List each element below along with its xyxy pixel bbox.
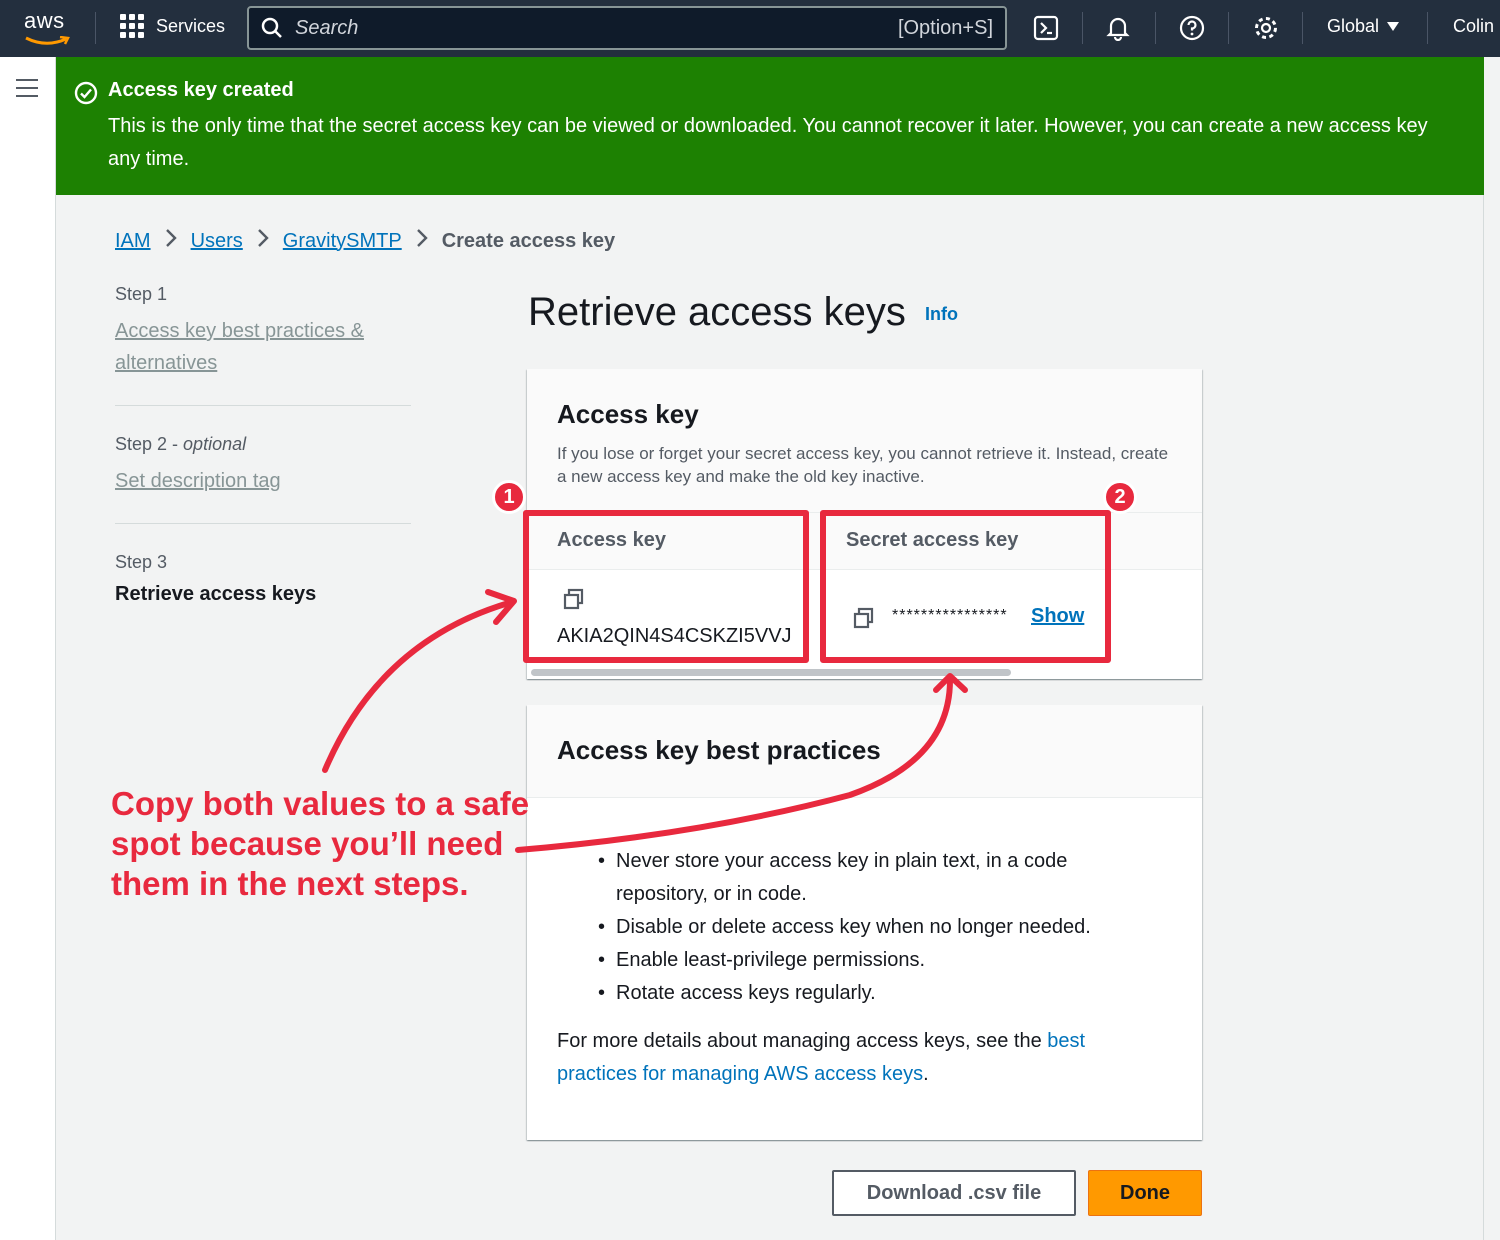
gear-icon (1255, 17, 1277, 39)
aws-logo-text: aws (24, 8, 65, 33)
chevron-right-icon (416, 228, 428, 254)
annotation-box-access-key (523, 510, 809, 663)
grid-icon (120, 14, 144, 38)
list-item: Never store your access key in plain tex… (598, 845, 1156, 911)
aws-smile-icon (25, 36, 70, 45)
check-circle-icon (74, 81, 98, 105)
best-practices-header: Access key best practices (527, 705, 1202, 798)
step-divider (115, 405, 411, 406)
help-icon (1179, 15, 1205, 41)
cloudshell-button[interactable] (1032, 14, 1060, 42)
list-item: Rotate access keys regularly. (598, 977, 1156, 1010)
flash-message: This is the only time that the secret ac… (108, 115, 1428, 170)
list-item: Enable least-privilege permissions. (598, 944, 1156, 977)
bell-icon (1106, 17, 1130, 41)
step3-label: Step 3 (115, 552, 168, 572)
services-label: Services (156, 15, 226, 36)
region-label: Global (1327, 16, 1380, 36)
breadcrumb-iam[interactable]: IAM (115, 230, 151, 253)
side-navigation-rail (0, 57, 56, 1240)
nav-divider (1427, 12, 1428, 44)
step-divider (115, 523, 411, 524)
step3-current: Retrieve access keys (115, 583, 317, 605)
caret-down-icon (1387, 21, 1400, 31)
search-input[interactable]: Search [Option+S] (247, 6, 1007, 50)
search-icon (261, 17, 282, 38)
annotation-badge-2: 2 (1103, 480, 1137, 514)
user-label: Colin (1453, 16, 1495, 36)
step2-optional: optional (183, 434, 247, 454)
top-navigation: aws Services Search [Option+S] Global Co… (0, 0, 1500, 57)
breadcrumb-user[interactable]: GravitySMTP (283, 230, 402, 253)
step1-link[interactable]: Access key best practices & alternatives (115, 315, 411, 379)
list-item: Disable or delete access key when no lon… (598, 911, 1156, 944)
search-placeholder: Search (295, 16, 359, 39)
wizard-steps: Step 1 Access key best practices & alter… (115, 284, 411, 606)
horizontal-scrollbar[interactable] (531, 669, 1011, 676)
success-flash-banner: Access key created This is the only time… (56, 57, 1484, 195)
done-button[interactable]: Done (1088, 1170, 1202, 1216)
access-key-header: Access key If you lose or forget your se… (527, 369, 1202, 513)
region-selector[interactable]: Global (1327, 16, 1400, 37)
nav-divider (1155, 12, 1156, 44)
breadcrumb-current: Create access key (441, 229, 616, 252)
notifications-button[interactable] (1104, 14, 1132, 42)
cloudshell-icon (1033, 15, 1059, 41)
flash-title: Access key created (108, 79, 294, 101)
page-title-text: Retrieve access keys (528, 290, 906, 334)
aws-logo[interactable]: aws (24, 8, 72, 48)
search-shortcut: [Option+S] (897, 16, 993, 39)
download-csv-button[interactable]: Download .csv file (832, 1170, 1076, 1216)
nav-divider (1302, 12, 1303, 44)
services-menu-button[interactable]: Services (120, 14, 225, 38)
nav-divider (1228, 12, 1229, 44)
chevron-right-icon (165, 228, 177, 254)
step2-link[interactable]: Set description tag (115, 465, 411, 497)
settings-button[interactable] (1252, 14, 1280, 42)
annotation-badge-1: 1 (492, 480, 526, 514)
breadcrumb-users[interactable]: Users (191, 230, 243, 253)
help-button[interactable] (1178, 14, 1206, 42)
access-key-card-description: If you lose or forget your secret access… (557, 444, 1169, 486)
account-menu[interactable]: Colin (1453, 16, 1494, 37)
page-title: Retrieve access keys Info (528, 290, 958, 335)
annotation-box-secret-key (820, 510, 1111, 663)
best-practices-list: Never store your access key in plain tex… (598, 845, 1156, 1010)
annotation-callout: Copy both values to a safe spot because … (111, 785, 530, 902)
hamburger-icon[interactable] (16, 79, 38, 103)
step1-label: Step 1 (115, 284, 168, 304)
more-details-text: For more details about managing access k… (557, 1030, 1086, 1085)
nav-divider (1082, 12, 1083, 44)
best-practices-title: Access key best practices (557, 735, 881, 765)
access-key-card-title: Access key (557, 399, 699, 429)
nav-divider (95, 12, 96, 44)
chevron-right-icon (257, 228, 269, 254)
step2-label: Step 2 - optional (115, 434, 247, 454)
breadcrumb: IAM Users GravitySMTP Create access key (115, 228, 615, 254)
info-link[interactable]: Info (925, 304, 958, 324)
best-practices-container: Access key best practices Never store yo… (527, 705, 1202, 1140)
